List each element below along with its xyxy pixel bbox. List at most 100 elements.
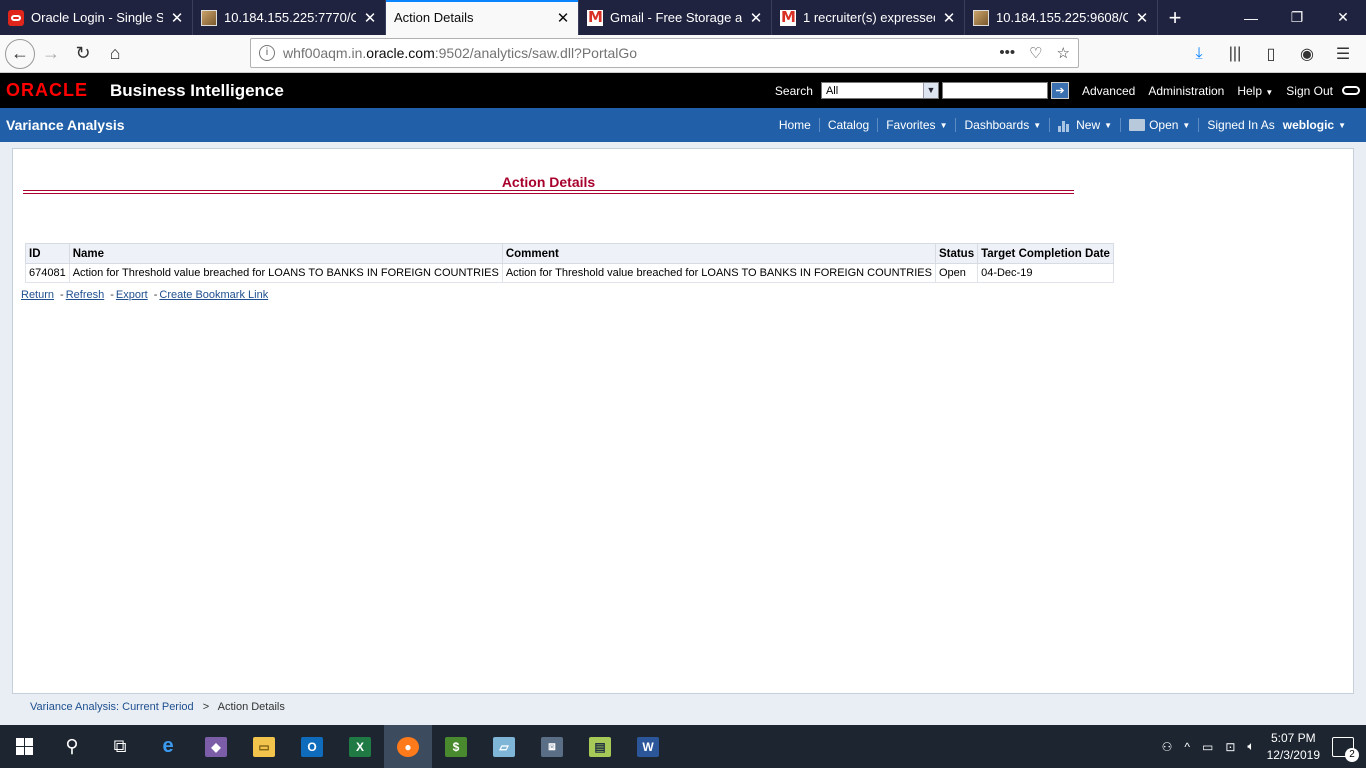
sign-out-icon[interactable]: [1342, 86, 1360, 95]
create-bookmark-link[interactable]: Create Bookmark Link: [159, 289, 268, 301]
chevron-up-icon[interactable]: ^: [1184, 740, 1190, 754]
sign-out-link[interactable]: Sign Out: [1286, 84, 1333, 98]
outlook-icon[interactable]: O: [288, 725, 336, 768]
clock-time: 5:07 PM: [1270, 730, 1316, 745]
cell-comment: Action for Threshold value breached for …: [501, 263, 936, 283]
browser-tab[interactable]: Gmail - Free Storage and ✕: [579, 0, 772, 35]
sidebar-icon[interactable]: ▯: [1256, 44, 1286, 64]
close-icon[interactable]: ✕: [556, 9, 570, 27]
menu-signed-in[interactable]: Signed In As weblogic ▼: [1198, 118, 1354, 132]
windows-taskbar: ⚲ ⧉ e ◆ ▭ O X ● $ ▱ ⧈ ▤ W ⚇ ^ ▭ ⊡ 🔈︎ 5:0…: [0, 725, 1366, 768]
export-link[interactable]: Export: [116, 289, 148, 301]
search-taskbar-icon[interactable]: ⚲: [48, 725, 96, 768]
menu-icon[interactable]: ☰: [1328, 44, 1358, 64]
close-window-icon[interactable]: ✕: [1320, 0, 1366, 35]
column-header: Comment: [501, 243, 936, 264]
caret-down-icon: ▼: [1104, 120, 1113, 130]
tab-title: 10.184.155.225:7770/OFSA: [224, 10, 356, 25]
back-icon[interactable]: ←: [5, 38, 35, 69]
menu-dashboards[interactable]: Dashboards ▼: [955, 118, 1049, 132]
image-icon: [201, 9, 217, 26]
image-icon: [973, 9, 989, 26]
network-icon[interactable]: ⊡: [1225, 740, 1235, 754]
pocket-icon[interactable]: ♡: [1029, 44, 1042, 62]
clock[interactable]: 5:07 PM 12/3/2019: [1267, 730, 1320, 764]
search-scope-select[interactable]: All ▼: [820, 82, 939, 99]
report-title: Action Details: [501, 174, 596, 190]
close-icon[interactable]: ✕: [363, 9, 377, 27]
restore-icon[interactable]: ❐: [1274, 0, 1320, 35]
column-header: Name: [68, 243, 503, 264]
menu-favorites[interactable]: Favorites ▼: [877, 118, 955, 132]
tab-title: Oracle Login - Single Sign: [31, 10, 163, 25]
browser-tabstrip: Oracle Login - Single Sign ✕ 10.184.155.…: [0, 0, 1366, 35]
help-label: Help: [1237, 83, 1263, 98]
browser-tab-active[interactable]: Action Details ✕: [386, 0, 579, 35]
notifications-icon[interactable]: 2: [1332, 736, 1359, 762]
browser-tab[interactable]: 10.184.155.225:7770/OFSA ✕: [193, 0, 386, 35]
menu-open[interactable]: Open ▼: [1120, 118, 1198, 132]
new-tab-button[interactable]: +: [1158, 0, 1192, 35]
word-icon[interactable]: W: [624, 725, 672, 768]
close-icon[interactable]: ✕: [170, 9, 184, 27]
browser-tab[interactable]: 10.184.155.225:9608/OFSA ✕: [965, 0, 1158, 35]
start-button[interactable]: [0, 725, 48, 768]
menu-new[interactable]: New ▼: [1049, 118, 1120, 132]
browser-tab[interactable]: Oracle Login - Single Sign ✕: [0, 0, 193, 35]
people-icon[interactable]: ⚇: [1162, 740, 1173, 754]
chevron-down-icon[interactable]: ▼: [922, 83, 938, 98]
breadcrumb: Variance Analysis: Current Period > Acti…: [30, 701, 285, 713]
cell-target-date: 04-Dec-19: [977, 263, 1114, 283]
breadcrumb-parent[interactable]: Variance Analysis: Current Period: [30, 701, 194, 713]
caret-down-icon: ▼: [939, 120, 948, 130]
menu-new-label: New: [1076, 118, 1101, 132]
app-icon[interactable]: ▱: [480, 725, 528, 768]
close-icon[interactable]: ✕: [942, 9, 956, 27]
app-icon[interactable]: $: [432, 725, 480, 768]
caret-down-icon: ▼: [1265, 87, 1274, 97]
tab-title: Action Details: [394, 10, 474, 25]
browser-tab[interactable]: 1 recruiter(s) expressed in ✕: [772, 0, 965, 35]
excel-icon[interactable]: X: [336, 725, 384, 768]
volume-icon[interactable]: 🔈︎: [1247, 739, 1254, 754]
account-icon[interactable]: ◉: [1292, 44, 1322, 64]
task-view-icon[interactable]: ⧉: [96, 725, 144, 768]
administration-link[interactable]: Administration: [1148, 84, 1224, 98]
new-chart-icon: [1058, 119, 1072, 132]
close-icon[interactable]: ✕: [749, 9, 763, 27]
search-go-button[interactable]: ➔: [1050, 82, 1069, 99]
battery-icon[interactable]: ▭: [1202, 740, 1213, 754]
menu-catalog[interactable]: Catalog: [818, 118, 877, 132]
help-menu[interactable]: Help ▼: [1237, 84, 1273, 98]
windows-icon: [15, 738, 33, 755]
refresh-link[interactable]: Refresh: [66, 289, 105, 301]
advanced-link[interactable]: Advanced: [1082, 84, 1135, 98]
app-icon[interactable]: ◆: [192, 725, 240, 768]
cell-name: Action for Threshold value breached for …: [68, 263, 503, 283]
caret-down-icon: ▼: [1338, 120, 1346, 130]
return-link[interactable]: Return: [21, 289, 54, 301]
breadcrumb-current: Action Details: [217, 701, 285, 713]
library-icon[interactable]: |||: [1220, 45, 1250, 63]
table-header-row: ID Name Comment Status Target Completion…: [25, 243, 1114, 264]
forward-icon[interactable]: →: [35, 39, 67, 69]
reload-icon[interactable]: ↻: [67, 39, 99, 69]
menu-home[interactable]: Home: [771, 118, 819, 132]
clock-date: 12/3/2019: [1266, 747, 1320, 762]
info-icon[interactable]: i: [259, 45, 275, 61]
system-tray: ⚇ ^ ▭ ⊡ 🔈︎ 5:07 PM 12/3/2019 2: [1162, 725, 1366, 768]
firefox-icon[interactable]: ●: [384, 725, 432, 768]
url-bar[interactable]: i whf00aqm.in.oracle.com:9502/analytics/…: [250, 38, 1079, 68]
search-input[interactable]: [941, 82, 1048, 99]
edge-icon[interactable]: e: [144, 725, 192, 768]
home-icon[interactable]: ⌂: [99, 39, 131, 69]
app-icon[interactable]: ⧈: [528, 725, 576, 768]
minimize-icon[interactable]: —: [1228, 0, 1274, 35]
app-icon[interactable]: ▤: [576, 725, 624, 768]
file-explorer-icon[interactable]: ▭: [240, 725, 288, 768]
page-actions-icon[interactable]: •••: [999, 44, 1015, 62]
oracle-icon: [8, 9, 24, 26]
download-icon[interactable]: ⤓: [1184, 45, 1214, 63]
bookmark-star-icon[interactable]: ☆: [1057, 44, 1070, 62]
close-icon[interactable]: ✕: [1135, 9, 1149, 27]
